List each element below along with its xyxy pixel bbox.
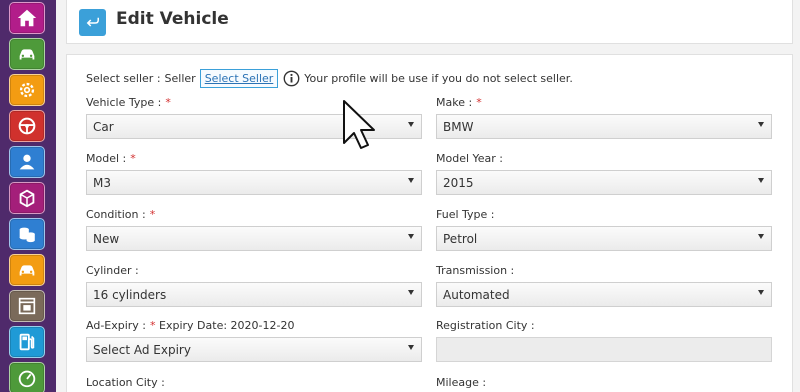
home-icon bbox=[17, 9, 37, 27]
fuel-type-select[interactable]: Petrol bbox=[436, 226, 772, 251]
chevron-down-icon bbox=[408, 122, 414, 127]
sidebar-item-ads[interactable] bbox=[9, 290, 45, 322]
vehicle-type-select[interactable]: Car bbox=[86, 114, 422, 139]
steering-wheel-icon bbox=[18, 117, 36, 135]
coins-icon bbox=[19, 227, 35, 243]
chevron-down-icon bbox=[408, 290, 414, 295]
sidebar-item-driving[interactable] bbox=[9, 110, 45, 142]
chevron-down-icon bbox=[758, 290, 764, 295]
sidebar-item-fuel[interactable] bbox=[9, 326, 45, 358]
chevron-down-icon bbox=[408, 234, 414, 239]
cylinder-label: Cylinder : bbox=[86, 264, 139, 277]
back-button[interactable] bbox=[79, 9, 106, 36]
cylinder-select[interactable]: 16 cylinders bbox=[86, 282, 422, 307]
chevron-down-icon bbox=[408, 345, 414, 350]
vehicle-type-label: Vehicle Type : * bbox=[86, 96, 171, 109]
seller-row: Select seller : Seller Select Seller You… bbox=[86, 67, 573, 89]
ad-window-icon bbox=[18, 297, 36, 315]
registration-city-label: Registration City : bbox=[436, 319, 535, 332]
chevron-down-icon bbox=[408, 178, 414, 183]
make-select[interactable]: BMW bbox=[436, 114, 772, 139]
mileage-label: Mileage : bbox=[436, 376, 487, 389]
icon-sidebar bbox=[0, 0, 56, 392]
registration-city-input[interactable] bbox=[436, 337, 772, 362]
page-header: Edit Vehicle bbox=[66, 0, 793, 44]
box-icon bbox=[19, 189, 35, 208]
sidebar-item-packages[interactable] bbox=[9, 182, 45, 214]
model-label: Model : * bbox=[86, 152, 136, 165]
info-icon bbox=[283, 70, 300, 86]
model-year-label: Model Year : bbox=[436, 152, 504, 165]
ad-expiry-label: Ad-Expiry : * Expiry Date: 2020-12-20 bbox=[86, 319, 295, 332]
sidebar-item-dashboard[interactable] bbox=[9, 362, 45, 392]
gear-icon bbox=[19, 82, 35, 98]
location-city-label: Location City : bbox=[86, 376, 165, 389]
sidebar-item-vehicles[interactable] bbox=[9, 38, 45, 70]
car-icon bbox=[19, 49, 35, 60]
user-icon bbox=[19, 154, 35, 170]
chevron-down-icon bbox=[758, 122, 764, 127]
chevron-down-icon bbox=[758, 234, 764, 239]
chevron-down-icon bbox=[758, 178, 764, 183]
model-select[interactable]: M3 bbox=[86, 170, 422, 195]
back-arrow-icon bbox=[86, 17, 99, 27]
transmission-select[interactable]: Automated bbox=[436, 282, 772, 307]
sidebar-item-settings[interactable] bbox=[9, 74, 45, 106]
make-label: Make : * bbox=[436, 96, 482, 109]
transmission-label: Transmission : bbox=[436, 264, 515, 277]
page-title: Edit Vehicle bbox=[116, 9, 229, 29]
sidebar-item-cars[interactable] bbox=[9, 254, 45, 286]
sidebar-item-payments[interactable] bbox=[9, 218, 45, 250]
fuel-type-label: Fuel Type : bbox=[436, 208, 495, 221]
seller-value: Seller bbox=[164, 71, 196, 85]
condition-label: Condition : * bbox=[86, 208, 156, 221]
sidebar-item-home[interactable] bbox=[9, 2, 45, 34]
ad-expiry-select[interactable]: Select Ad Expiry bbox=[86, 337, 422, 362]
fuel-pump-icon bbox=[19, 333, 35, 351]
sidebar-item-profile[interactable] bbox=[9, 146, 45, 178]
speedometer-icon bbox=[18, 370, 36, 388]
seller-note: Your profile will be use if you do not s… bbox=[304, 71, 573, 85]
expiry-date-note: Expiry Date: 2020-12-20 bbox=[159, 319, 295, 332]
edit-vehicle-form: Select seller : Seller Select Seller You… bbox=[66, 54, 793, 392]
car-icon bbox=[19, 265, 35, 276]
model-year-select[interactable]: 2015 bbox=[436, 170, 772, 195]
seller-label: Select seller : bbox=[86, 71, 161, 85]
select-seller-link[interactable]: Select Seller bbox=[199, 68, 279, 88]
condition-select[interactable]: New bbox=[86, 226, 422, 251]
